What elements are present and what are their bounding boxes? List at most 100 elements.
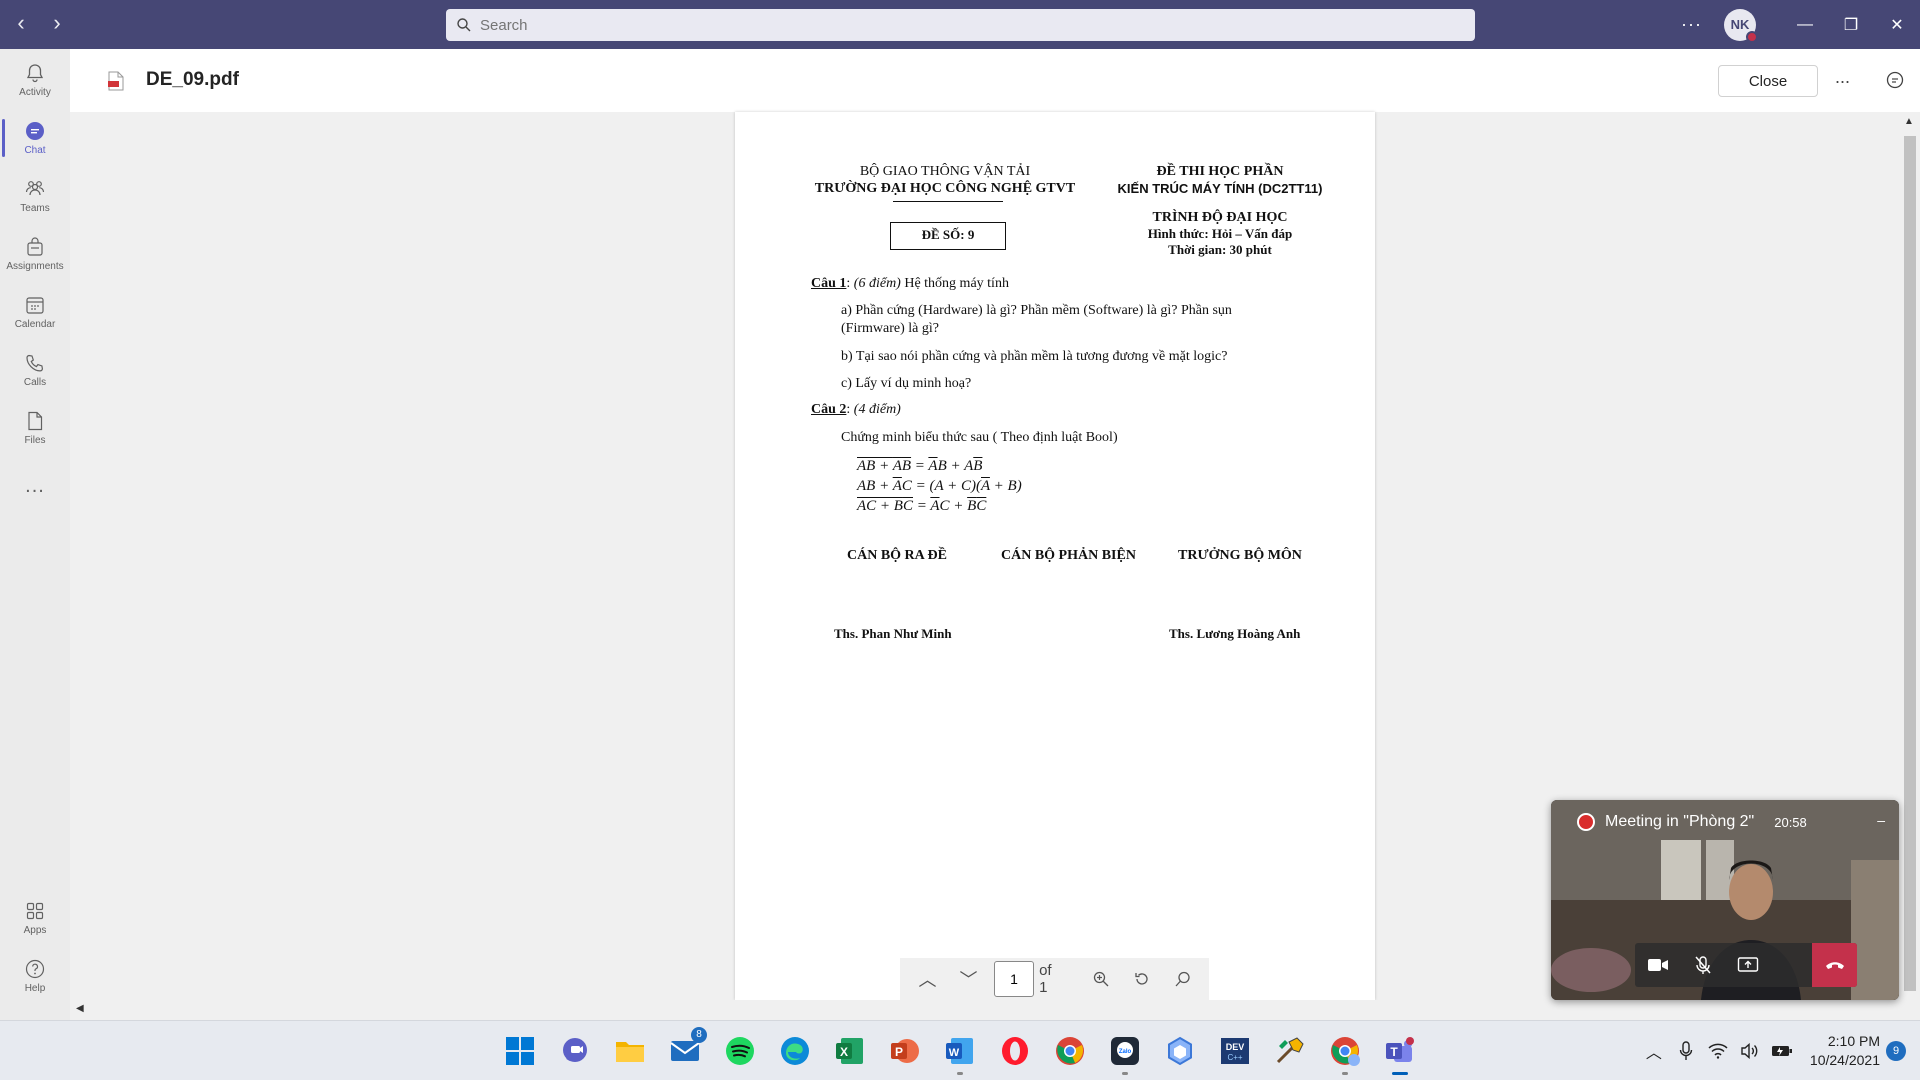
rail-label: Files — [24, 435, 46, 446]
hexagon-app-icon[interactable] — [1160, 1031, 1200, 1071]
search-box[interactable] — [446, 9, 1475, 41]
more-options-icon[interactable]: ... — [1835, 67, 1850, 88]
signature-author-name: Ths. Phan Như Minh — [834, 626, 952, 641]
tools-app-icon[interactable] — [1270, 1031, 1310, 1071]
rail-item-calls[interactable]: Calls — [0, 343, 70, 397]
minimize-window-icon[interactable]: — — [1782, 0, 1828, 49]
spotify-icon[interactable] — [720, 1031, 760, 1071]
scroll-up-icon[interactable]: ▲ — [1904, 116, 1914, 127]
q1-part-a: a) Phần cứng (Hardware) là gì? Phần mềm … — [841, 303, 1232, 336]
word-icon[interactable]: W — [940, 1031, 980, 1075]
teams-chat-taskbar-icon[interactable] — [555, 1031, 595, 1071]
left-rail: Activity Chat Teams Assignments Calendar… — [0, 49, 70, 1020]
q2-points: (4 điểm) — [853, 402, 901, 417]
rail-item-apps[interactable]: Apps — [0, 891, 70, 945]
previous-page-icon[interactable]: ︿ — [912, 964, 943, 994]
clock-date: 10/24/2021 — [1809, 1052, 1880, 1068]
q1-points: (6 điểm) — [853, 276, 901, 291]
zoom-in-icon[interactable] — [1086, 964, 1117, 994]
svg-text:T: T — [1390, 1045, 1398, 1059]
file-explorer-icon[interactable] — [610, 1031, 650, 1071]
dev-cpp-icon[interactable]: DEV C++ — [1215, 1031, 1255, 1071]
opera-icon[interactable] — [995, 1031, 1035, 1071]
recording-icon — [1577, 813, 1595, 831]
minimize-meeting-icon[interactable]: – — [1877, 812, 1885, 828]
edge-icon[interactable] — [775, 1031, 815, 1071]
apps-grid-icon — [26, 902, 44, 920]
rail-label: Calendar — [14, 319, 56, 330]
mail-badge: 8 — [691, 1027, 707, 1043]
start-button[interactable] — [500, 1031, 540, 1071]
phone-icon — [26, 354, 44, 372]
clock-time: 2:10 PM — [1827, 1033, 1880, 1049]
nav-arrows: ‹ › — [10, 12, 68, 36]
q1-part-b: b) Tại sao nói phần cứng và phần mềm là … — [841, 349, 1228, 364]
avatar[interactable]: NK — [1724, 8, 1758, 43]
close-button[interactable]: Close — [1718, 65, 1818, 97]
scroll-left-icon[interactable]: ◀ — [76, 1003, 84, 1014]
question-1: Câu 1: (6 điểm) Hệ thống máy tính — [811, 276, 1009, 291]
signature-head-name: Ths. Lương Hoàng Anh — [1169, 626, 1301, 641]
volume-icon[interactable] — [1738, 1039, 1762, 1063]
excel-icon[interactable]: X — [830, 1031, 870, 1071]
notification-badge[interactable]: 9 — [1886, 1041, 1906, 1061]
conversation-icon[interactable] — [1885, 70, 1905, 90]
rail-label: Apps — [23, 925, 47, 936]
rail-label: Activity — [19, 87, 51, 98]
hang-up-button[interactable] — [1812, 943, 1857, 987]
share-screen-icon[interactable] — [1725, 943, 1770, 987]
microsoft-teams-icon[interactable]: T — [1380, 1031, 1420, 1075]
mic-muted-icon[interactable] — [1680, 943, 1725, 987]
presence-busy-icon — [1746, 30, 1758, 43]
formula-3: AC + BC = AC + BC — [857, 498, 987, 514]
signature-reviewer-title: CÁN BỘ PHẢN BIỆN — [1001, 548, 1136, 563]
chrome-icon[interactable] — [1050, 1031, 1090, 1071]
horizontal-scrollbar[interactable]: ◀ — [70, 1000, 1920, 1020]
rail-item-activity[interactable]: Activity — [0, 53, 70, 107]
org-line2: TRƯỜNG ĐẠI HỌC CÔNG NGHỆ GTVT — [814, 181, 1076, 196]
rail-item-help[interactable]: Help — [0, 949, 70, 1003]
svg-text:DEV: DEV — [1226, 1042, 1245, 1052]
teams-icon — [25, 181, 45, 196]
find-icon[interactable] — [1168, 964, 1199, 994]
signature-head-title: TRƯỞNG BỘ MÔN — [1178, 548, 1302, 563]
back-arrow-icon[interactable]: ‹ — [10, 12, 32, 36]
mail-icon[interactable]: 8 — [665, 1027, 707, 1071]
chrome-profile-icon[interactable] — [1325, 1031, 1365, 1075]
rail-item-chat[interactable]: Chat — [0, 111, 70, 165]
zalo-icon[interactable]: Zalo — [1105, 1031, 1145, 1075]
rail-item-calendar[interactable]: Calendar — [0, 285, 70, 339]
rail-label: Help — [24, 983, 46, 994]
battery-icon[interactable] — [1770, 1039, 1794, 1063]
rail-item-files[interactable]: Files — [0, 401, 70, 455]
exam-title2: KIẾN TRÚC MÁY TÍNH (DC2TT11) — [1117, 181, 1323, 196]
rail-item-assignments[interactable]: Assignments — [0, 227, 70, 281]
meeting-mini-window[interactable]: Meeting in "Phòng 2" 20:58 – — [1551, 800, 1899, 1000]
exam-level: TRÌNH ĐỘ ĐẠI HỌC — [1152, 210, 1288, 225]
restore-window-icon[interactable]: ❐ — [1828, 0, 1874, 49]
svg-text:P: P — [895, 1045, 903, 1059]
windows-logo-icon — [506, 1037, 534, 1065]
camera-icon[interactable] — [1635, 943, 1680, 987]
settings-more-icon[interactable]: ··· — [1681, 14, 1702, 35]
close-window-icon[interactable]: ✕ — [1874, 0, 1920, 49]
q2-label: Câu 2 — [811, 402, 847, 417]
forward-arrow-icon[interactable]: › — [46, 12, 68, 36]
more-dots-icon: ... — [25, 474, 45, 497]
svg-text:C++: C++ — [1227, 1053, 1242, 1062]
next-page-icon[interactable]: ﹀ — [953, 964, 984, 994]
powerpoint-icon[interactable]: P — [885, 1031, 925, 1071]
scrollbar-thumb[interactable] — [1904, 136, 1916, 991]
bell-icon — [26, 64, 44, 83]
rotate-icon[interactable] — [1127, 964, 1158, 994]
taskbar-clock[interactable]: 2:10 PM 10/24/2021 — [1810, 1032, 1880, 1070]
wifi-icon[interactable] — [1706, 1039, 1730, 1063]
rail-item-teams[interactable]: Teams — [0, 169, 70, 223]
vertical-scrollbar[interactable]: ▲ — [1900, 112, 1920, 1005]
search-input[interactable] — [480, 16, 1430, 34]
microphone-icon[interactable] — [1674, 1039, 1698, 1063]
page-number-input[interactable] — [994, 961, 1035, 997]
rail-more-apps-button[interactable]: ... — [0, 459, 70, 513]
meeting-controls — [1635, 943, 1857, 987]
show-hidden-icons-chevron-icon[interactable]: ︿ — [1642, 1039, 1666, 1063]
